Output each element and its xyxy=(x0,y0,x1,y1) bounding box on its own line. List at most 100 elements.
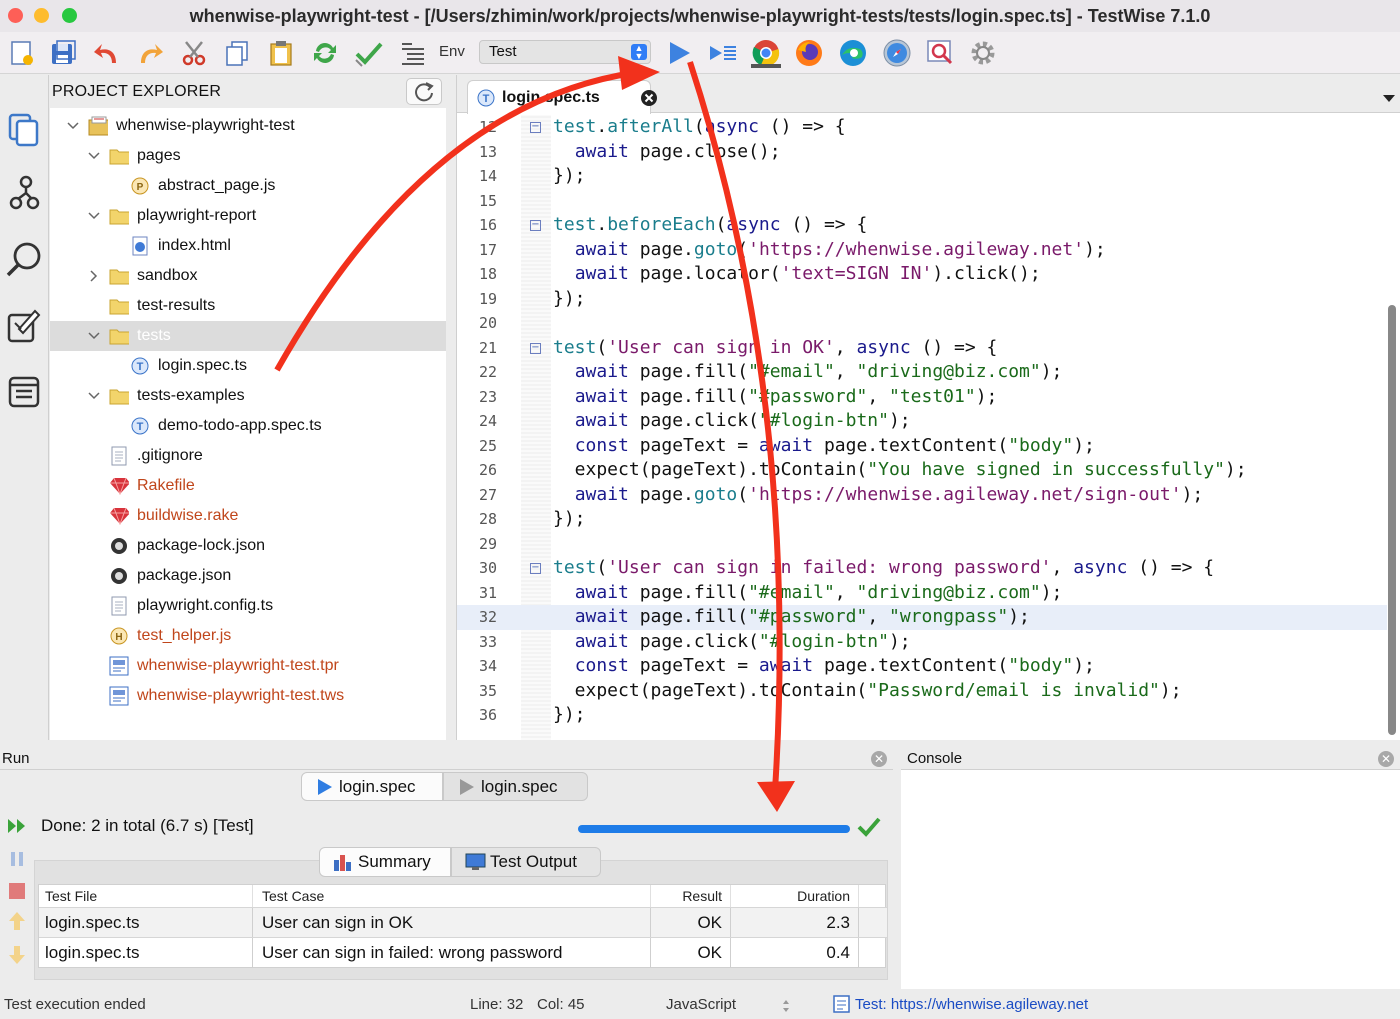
explorer-splitter[interactable] xyxy=(446,75,456,740)
next-failure-icon[interactable] xyxy=(6,944,28,966)
chevron-down-icon[interactable] xyxy=(66,119,80,133)
tree-item-tests[interactable]: tests xyxy=(50,321,446,351)
editor-scrollbar[interactable] xyxy=(1388,305,1396,735)
tree-item-test-helper-js[interactable]: Htest_helper.js xyxy=(50,621,446,651)
tree-item-whenwise-playwright-test-tws[interactable]: whenwise-playwright-test.tws xyxy=(50,681,446,711)
inspect-page-icon[interactable] xyxy=(923,36,957,70)
tree-item-rakefile[interactable]: Rakefile xyxy=(50,471,446,501)
tree-item-whenwise-playwright-test-tpr[interactable]: whenwise-playwright-test.tpr xyxy=(50,651,446,681)
column-header-result[interactable]: Result xyxy=(651,885,731,907)
tree-item-sandbox[interactable]: sandbox xyxy=(50,261,446,291)
edge-browser-icon[interactable] xyxy=(836,36,870,70)
code-line[interactable]: 25 const pageText = await page.textConte… xyxy=(457,434,1387,459)
run-tab-2[interactable]: login.spec xyxy=(443,772,588,801)
search-icon[interactable] xyxy=(3,238,45,282)
code-line[interactable]: 22 await page.fill("#email", "driving@bi… xyxy=(457,360,1387,385)
code-line[interactable]: 28}); xyxy=(457,507,1387,532)
git-branch-icon[interactable] xyxy=(3,172,45,216)
code-line[interactable]: 15 xyxy=(457,189,1387,214)
run-tab-1[interactable]: login.spec xyxy=(301,772,443,801)
previous-failure-icon[interactable] xyxy=(6,910,28,932)
new-file-icon[interactable] xyxy=(4,36,38,70)
tree-item-gitignore[interactable]: .gitignore xyxy=(50,441,446,471)
refresh-explorer-button[interactable] xyxy=(406,78,442,105)
code-line[interactable]: 24 await page.click("#login-btn"); xyxy=(457,409,1387,434)
code-line[interactable]: 17 await page.goto('https://whenwise.agi… xyxy=(457,238,1387,263)
zoom-window-button[interactable] xyxy=(62,8,77,23)
code-line[interactable]: 18 await page.locator('text=SIGN IN').cl… xyxy=(457,262,1387,287)
tree-item-test-results[interactable]: test-results xyxy=(50,291,446,321)
run-test-icon[interactable] xyxy=(662,36,696,70)
environment-select[interactable]: Test ▲ ▼ xyxy=(479,40,651,64)
code-line[interactable]: 12 − test.afterAll(async () => { xyxy=(457,115,1387,140)
checkmark-run-icon[interactable] xyxy=(352,36,386,70)
pause-icon[interactable] xyxy=(6,848,28,870)
code-line[interactable]: 33 await page.click("#login-btn"); xyxy=(457,630,1387,655)
undo-icon[interactable] xyxy=(90,36,124,70)
refresh-icon[interactable] xyxy=(308,36,342,70)
code-line[interactable]: 31 await page.fill("#email", "driving@bi… xyxy=(457,581,1387,606)
tree-item-demo-todo-app-spec-ts[interactable]: Tdemo-todo-app.spec.ts xyxy=(50,411,446,441)
tree-item-package-lock-json[interactable]: package-lock.json xyxy=(50,531,446,561)
code-line[interactable]: 34 const pageText = await page.textConte… xyxy=(457,654,1387,679)
close-window-button[interactable] xyxy=(8,8,23,23)
column-header-test-file[interactable]: Test File xyxy=(39,885,253,907)
column-header-test-case[interactable]: Test Case xyxy=(253,885,651,907)
stop-icon[interactable] xyxy=(6,880,28,902)
chevron-right-icon[interactable] xyxy=(87,269,101,283)
test-output-tab[interactable]: Test Output xyxy=(451,847,601,877)
table-row[interactable]: login.spec.ts User can sign in failed: w… xyxy=(39,937,887,968)
copy-icon[interactable] xyxy=(220,36,254,70)
code-line[interactable]: 23 await page.fill("#password", "test01"… xyxy=(457,385,1387,410)
test-recorder-icon[interactable] xyxy=(3,304,45,348)
environment-link[interactable]: Test: https://whenwise.agileway.net xyxy=(855,990,1088,1019)
code-line[interactable]: 26 expect(pageText).toContain("You have … xyxy=(457,458,1387,483)
cut-icon[interactable] xyxy=(177,36,211,70)
code-line[interactable]: 20 xyxy=(457,311,1387,336)
fold-toggle-icon[interactable]: − xyxy=(530,220,541,231)
tree-item-index-html[interactable]: index.html xyxy=(50,231,446,261)
tree-item-tests-examples[interactable]: tests-examples xyxy=(50,381,446,411)
code-line[interactable]: 21 − test('User can sign in OK', async () … xyxy=(457,336,1387,361)
settings-gear-icon[interactable] xyxy=(966,36,1000,70)
tab-list-dropdown-icon[interactable] xyxy=(1383,93,1395,103)
files-icon[interactable] xyxy=(3,108,45,152)
close-tab-icon[interactable] xyxy=(640,89,658,107)
chevron-down-icon[interactable] xyxy=(87,329,101,343)
tree-item-package-json[interactable]: package.json xyxy=(50,561,446,591)
code-area[interactable]: 12 − test.afterAll(async () => {13 await p… xyxy=(457,115,1387,740)
chevron-down-icon[interactable] xyxy=(87,149,101,163)
code-line[interactable]: 35 expect(pageText).toContain("Password/… xyxy=(457,679,1387,704)
code-line[interactable]: 32 await page.fill("#password", "wrongpa… xyxy=(457,605,1387,630)
outline-list-icon[interactable] xyxy=(396,36,430,70)
table-row[interactable]: login.spec.ts User can sign in OK OK 2.3 xyxy=(39,907,887,938)
code-line[interactable]: 29 xyxy=(457,532,1387,557)
tree-item-pages[interactable]: pages xyxy=(50,141,446,171)
column-header-duration[interactable]: Duration xyxy=(731,885,859,907)
code-line[interactable]: 16 − test.beforeEach(async () => { xyxy=(457,213,1387,238)
code-line[interactable]: 19}); xyxy=(457,287,1387,312)
language-mode[interactable]: JavaScript xyxy=(666,990,736,1019)
code-line[interactable]: 36}); xyxy=(457,703,1387,728)
code-line[interactable]: 14}); xyxy=(457,164,1387,189)
tab-login-spec[interactable]: T login.spec.ts xyxy=(467,80,657,114)
save-icon[interactable] xyxy=(46,36,80,70)
chrome-browser-icon[interactable] xyxy=(749,36,783,70)
bottom-splitter[interactable] xyxy=(0,740,1400,748)
tree-item-buildwise-rake[interactable]: buildwise.rake xyxy=(50,501,446,531)
console-panel[interactable]: Console ✕ xyxy=(901,748,1400,989)
firefox-browser-icon[interactable] xyxy=(792,36,826,70)
tree-item-playwright-config-ts[interactable]: playwright.config.ts xyxy=(50,591,446,621)
tree-item-login-spec-ts[interactable]: Tlogin.spec.ts xyxy=(50,351,446,381)
code-line[interactable]: 27 await page.goto('https://whenwise.agi… xyxy=(457,483,1387,508)
close-console-icon[interactable]: ✕ xyxy=(1378,751,1394,767)
run-again-icon[interactable] xyxy=(6,815,28,837)
fold-toggle-icon[interactable]: − xyxy=(530,122,541,133)
fold-toggle-icon[interactable]: − xyxy=(530,342,541,354)
language-stepper-icon[interactable] xyxy=(780,998,792,1014)
redo-icon[interactable] xyxy=(133,36,167,70)
paste-icon[interactable] xyxy=(264,36,298,70)
run-all-tests-icon[interactable] xyxy=(706,36,740,70)
code-line[interactable]: 13 await page.close(); xyxy=(457,140,1387,165)
document-list-icon[interactable] xyxy=(3,370,45,414)
